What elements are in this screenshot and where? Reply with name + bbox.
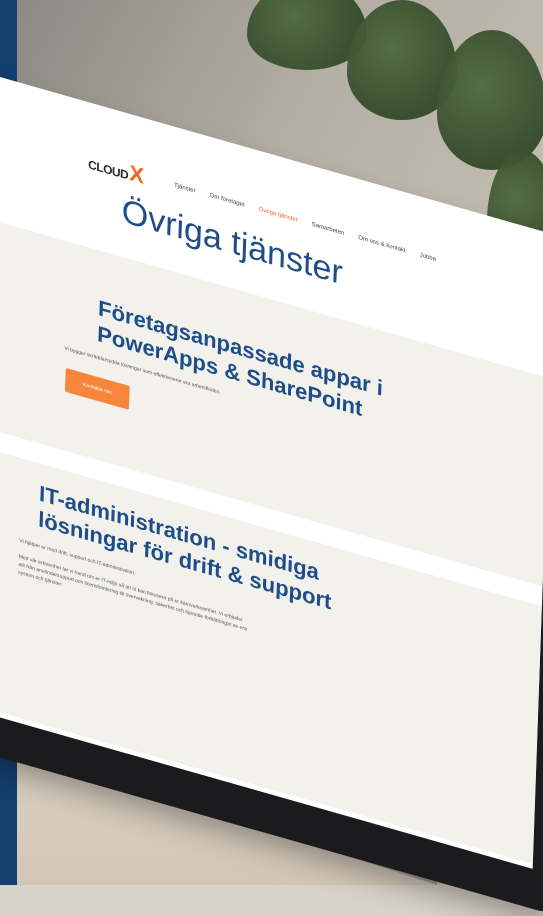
nav-item-samarbeten[interactable]: Samarbeten [312, 222, 345, 237]
nav-item-jobba[interactable]: Jobba [420, 252, 437, 263]
logo-mark: X [128, 159, 145, 189]
logo-text: CLOUD [87, 157, 129, 183]
nav-item-om-foretaget[interactable]: Om företaget [210, 193, 245, 209]
site-logo[interactable]: CLOUD X [87, 150, 145, 189]
nav-item-om-oss-kontakt[interactable]: Om oss & kontakt [358, 235, 406, 254]
nav-item-tjanster[interactable]: Tjänster [174, 183, 196, 195]
nav-item-ovriga-tjanster[interactable]: Övriga tjänster [259, 207, 298, 224]
